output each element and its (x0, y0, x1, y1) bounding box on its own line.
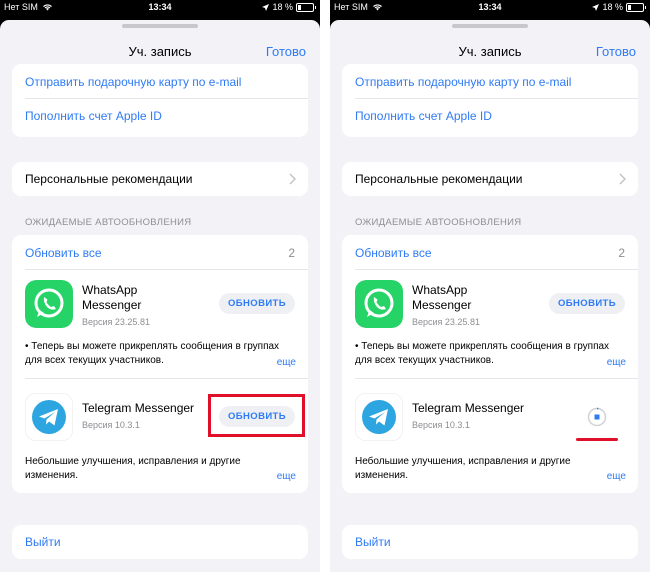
update-whatsapp-button[interactable]: ОБНОВИТЬ (219, 293, 295, 314)
update-all-button[interactable]: Обновить все (355, 246, 432, 260)
signout-row: Выйти (342, 525, 638, 559)
divider (355, 98, 638, 99)
more-link[interactable]: еще (277, 357, 296, 368)
chevron-right-icon (619, 173, 626, 185)
sheet-grabber[interactable] (452, 24, 528, 28)
sheet-grabber[interactable] (122, 24, 198, 28)
telegram-icon[interactable] (25, 393, 73, 441)
send-gift-card-link[interactable]: Отправить подарочную карту по e-mail (25, 75, 241, 89)
release-notes: Небольшие улучшения, исправления и други… (355, 456, 571, 481)
sign-out-button[interactable]: Выйти (355, 535, 391, 549)
highlight-box (208, 394, 305, 437)
more-link[interactable]: еще (607, 471, 626, 482)
divider (25, 378, 308, 379)
update-count: 2 (288, 246, 295, 260)
app-name-line2: Messenger (412, 298, 472, 312)
add-funds-link[interactable]: Пополнить счет Apple ID (25, 109, 162, 123)
divider (25, 269, 308, 270)
add-funds-link[interactable]: Пополнить счет Apple ID (355, 109, 492, 123)
account-sheet: Уч. запись Готово Отправить подарочную к… (0, 20, 320, 572)
whatsapp-icon[interactable] (25, 280, 73, 328)
app-name: Telegram Messenger (412, 401, 525, 415)
updates-card: Обновить все 2 WhatsApp Messenger Версия… (12, 235, 308, 493)
update-count: 2 (618, 246, 625, 260)
recommendations-row[interactable]: Персональные рекомендации (342, 162, 638, 196)
app-version: Версия 10.3.1 (412, 420, 470, 430)
section-header: ОЖИДАЕМЫЕ АВТООБНОВЛЕНИЯ (25, 217, 192, 228)
release-notes: • Теперь вы можете прикреплять сообщения… (25, 341, 280, 366)
screenshot-right: Нет SIM 13:34 18 % Уч. запись Готово Отп… (330, 0, 650, 572)
battery-icon (626, 2, 646, 12)
release-notes: Небольшие улучшения, исправления и други… (25, 456, 241, 481)
account-sheet: Уч. запись Готово Отправить подарочную к… (330, 20, 650, 572)
done-button[interactable]: Готово (596, 44, 636, 59)
battery-level (298, 4, 301, 10)
recommendations-row[interactable]: Персональные рекомендации (12, 162, 308, 196)
app-version: Версия 10.3.1 (82, 420, 140, 430)
divider (355, 378, 638, 379)
app-name-line1: WhatsApp (412, 283, 468, 297)
app-version: Версия 23.25.81 (82, 317, 150, 327)
update-whatsapp-button[interactable]: ОБНОВИТЬ (549, 293, 625, 314)
battery-percent: 18 % (272, 2, 293, 12)
screenshot-left: Нет SIM 13:34 18 % Уч. запись Готово Отп… (0, 0, 320, 572)
section-header: ОЖИДАЕМЫЕ АВТООБНОВЛЕНИЯ (355, 217, 522, 228)
whatsapp-icon[interactable] (355, 280, 403, 328)
battery-percent: 18 % (602, 2, 623, 12)
highlight-underline (576, 438, 618, 441)
send-gift-card-link[interactable]: Отправить подарочную карту по e-mail (355, 75, 571, 89)
app-name-line1: WhatsApp (82, 283, 138, 297)
status-bar: Нет SIM 13:34 18 % (330, 0, 650, 16)
location-arrow-icon (592, 3, 600, 11)
chevron-right-icon (289, 173, 296, 185)
status-bar: Нет SIM 13:34 18 % (0, 0, 320, 16)
links-card: Отправить подарочную карту по e-mail Поп… (342, 64, 638, 137)
links-card: Отправить подарочную карту по e-mail Поп… (12, 64, 308, 137)
more-link[interactable]: еще (277, 471, 296, 482)
more-link[interactable]: еще (607, 357, 626, 368)
divider (25, 98, 308, 99)
battery-level (628, 4, 631, 10)
sign-out-button[interactable]: Выйти (25, 535, 61, 549)
app-name-line2: Messenger (82, 298, 142, 312)
stop-download-icon[interactable] (587, 407, 607, 427)
app-version: Версия 23.25.81 (412, 317, 480, 327)
done-button[interactable]: Готово (266, 44, 306, 59)
telegram-icon[interactable] (355, 393, 403, 441)
location-arrow-icon (262, 3, 270, 11)
battery-icon (296, 2, 316, 12)
divider (355, 269, 638, 270)
update-all-button[interactable]: Обновить все (25, 246, 102, 260)
recommendations-label: Персональные рекомендации (25, 172, 193, 186)
release-notes: • Теперь вы можете прикреплять сообщения… (355, 341, 610, 366)
signout-row: Выйти (12, 525, 308, 559)
app-name: Telegram Messenger (82, 401, 195, 415)
updates-card: Обновить все 2 WhatsApp Messenger Версия… (342, 235, 638, 493)
recommendations-label: Персональные рекомендации (355, 172, 523, 186)
